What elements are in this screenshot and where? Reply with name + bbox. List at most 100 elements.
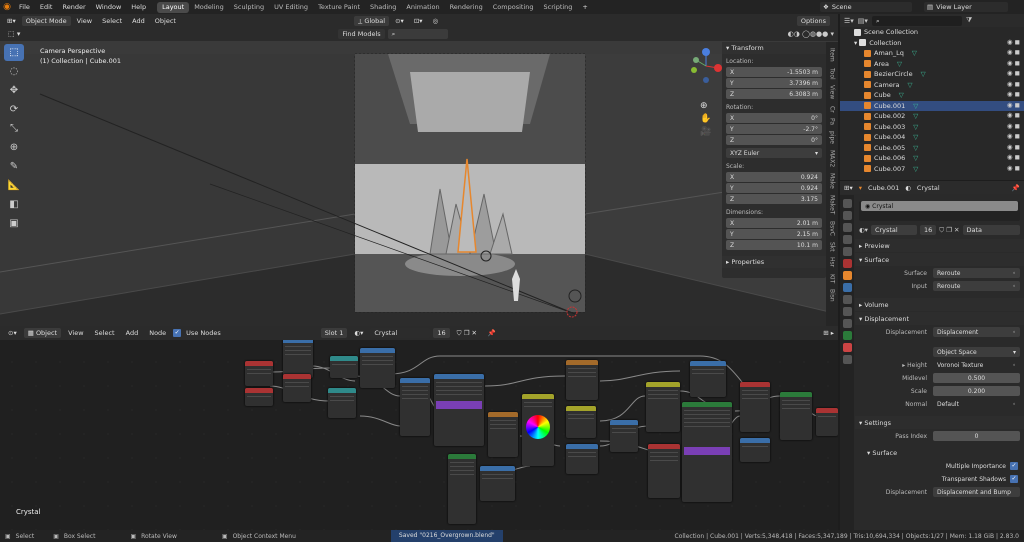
visibility-toggles[interactable]: ◉ ◼ [1007, 48, 1020, 56]
rotation-y-field[interactable]: Y -2.7° [726, 124, 822, 134]
visibility-toggles[interactable]: ◉ ◼ [1007, 80, 1020, 88]
transform-orientation-dropdown[interactable]: ⟂ Global [353, 15, 390, 26]
fake-user-shield-icon[interactable]: ⛉ ❐ ✕ [453, 329, 481, 338]
shader-node[interactable] [283, 338, 313, 378]
viewport-menu-add[interactable]: Add [128, 17, 149, 25]
shader-node-editor[interactable]: ⊙▾ ▦ Object View Select Add Node ✓ Use N… [0, 326, 838, 530]
3d-viewport[interactable]: ⊞▾ Object Mode View Select Add Object ⟂ … [0, 14, 838, 326]
scale-z-field[interactable]: Z 3.175 [726, 194, 822, 204]
midlevel-field[interactable]: 0.500 [933, 373, 1020, 383]
preview-section-header[interactable]: ▸ Preview [855, 239, 1024, 252]
add-workspace-icon[interactable]: + [577, 3, 592, 11]
material-tab-icon[interactable] [842, 343, 852, 352]
outliner-row[interactable]: Aman_Lq ▽ ◉ ◼ [840, 48, 1024, 59]
visibility-toggles[interactable]: ◉ ◼ [1007, 59, 1020, 67]
outliner-row[interactable]: Cube.006 ▽ ◉ ◼ [840, 153, 1024, 164]
render-tab-icon[interactable] [842, 211, 852, 220]
outliner-row[interactable]: Cube.005 ▽ ◉ ◼ [840, 143, 1024, 154]
rotation-mode-dropdown[interactable]: XYZ Euler ▾ [726, 148, 822, 158]
tool-tab-icon[interactable] [842, 199, 852, 208]
color-ramp-node[interactable] [522, 394, 554, 466]
viewport-overlays-icon[interactable]: ◐◑ ◯◍●● ▾ [788, 30, 838, 38]
use-nodes-checkbox[interactable]: ✓ [173, 329, 182, 337]
sidebar-tab[interactable]: pipe [829, 131, 836, 144]
shader-node[interactable] [740, 382, 770, 432]
scale-field[interactable]: 0.200 [933, 386, 1020, 396]
outliner-row[interactable]: Cube.002 ▽ ◉ ◼ [840, 111, 1024, 122]
snap-icon[interactable]: ⊡▾ [410, 17, 427, 25]
sidebar-tab[interactable]: KIT [829, 274, 836, 283]
material-slot-item[interactable]: ◉ Crystal [861, 201, 1018, 211]
pin-icon[interactable]: 📌 [484, 329, 500, 337]
select-mode-icon[interactable]: ⬚ ▾ [0, 30, 28, 38]
visibility-toggles[interactable]: ◉ ◼ [1007, 143, 1020, 151]
workspace-tab-modeling[interactable]: Modeling [189, 2, 229, 13]
workspace-tab-uv-editing[interactable]: UV Editing [269, 2, 313, 13]
constraints-tab-icon[interactable] [842, 319, 852, 328]
move-tool-icon[interactable]: ✥ [4, 82, 24, 99]
scale-y-field[interactable]: Y 0.924 [726, 183, 822, 193]
properties-panel-header[interactable]: ▸ Properties [722, 256, 826, 268]
shader-node[interactable] [245, 388, 273, 406]
visibility-toggles[interactable]: ◉ ◼ [1007, 90, 1020, 98]
visibility-toggles[interactable]: ◉ ◼ [1007, 69, 1020, 77]
shader-node[interactable] [488, 412, 518, 457]
material-slot-dropdown[interactable]: Slot 1 [320, 328, 348, 338]
workspace-tab-rendering[interactable]: Rendering [445, 2, 488, 13]
shader-node[interactable] [434, 374, 484, 446]
node-menu-node[interactable]: Node [145, 329, 170, 337]
modifier-tab-icon[interactable] [842, 283, 852, 292]
node-editor-right-icons[interactable]: ⊞ ▸ [819, 329, 838, 337]
outliner-row[interactable]: Cube.003 ▽ ◉ ◼ [840, 122, 1024, 133]
link-data-dropdown[interactable]: Data [962, 225, 1020, 235]
add-cube-tool-icon[interactable]: ◧ [4, 196, 24, 213]
outliner-row[interactable]: Cube.004 ▽ ◉ ◼ [840, 132, 1024, 143]
outliner-type-icon[interactable]: ☰▾ [844, 17, 854, 25]
transform-tool-icon[interactable]: ⊕ [4, 139, 24, 156]
texture-tab-icon[interactable] [842, 355, 852, 364]
material-icon[interactable]: ◐▾ [350, 329, 367, 337]
camera-view-icon[interactable]: 🎥 [700, 126, 711, 139]
space-dropdown[interactable]: Object Space ▾ [933, 347, 1020, 357]
node-menu-view[interactable]: View [64, 329, 87, 337]
sidebar-tab[interactable]: Item [829, 48, 836, 62]
node-menu-add[interactable]: Add [122, 329, 143, 337]
outliner-search[interactable]: ⌕ [871, 15, 962, 26]
sidebar-tab[interactable]: BsvC [829, 221, 836, 236]
menu-help[interactable]: Help [126, 3, 151, 11]
sidebar-tab[interactable]: MAX2 [829, 150, 836, 167]
sidebar-tab[interactable]: Cr [829, 106, 836, 113]
scene-tab-icon[interactable] [842, 247, 852, 256]
shader-node[interactable] [400, 378, 430, 436]
workspace-tab-texture-paint[interactable]: Texture Paint [313, 2, 365, 13]
shader-node[interactable] [360, 348, 395, 388]
shader-node[interactable] [448, 454, 476, 524]
collection-row[interactable]: ▾ Collection ◉ ◼ [840, 38, 1024, 49]
scene-collection-row[interactable]: Scene Collection [840, 27, 1024, 38]
sidebar-tab[interactable]: Pa [829, 118, 836, 125]
add-cube-alt-tool-icon[interactable]: ▣ [4, 215, 24, 232]
navigation-gizmo[interactable] [686, 46, 726, 94]
input-field[interactable]: Reroute ◦ [933, 281, 1020, 291]
annotate-tool-icon[interactable]: ✎ [4, 158, 24, 175]
pivot-icon[interactable]: ⊙▾ [391, 17, 408, 25]
workspace-tab-shading[interactable]: Shading [365, 2, 401, 13]
shader-node[interactable] [648, 444, 680, 498]
shader-node[interactable] [566, 360, 598, 400]
dimensions-z-field[interactable]: Z 10.1 m [726, 240, 822, 250]
displacement-section-header[interactable]: ▾ Displacement [855, 312, 1024, 325]
dimensions-y-field[interactable]: Y 2.15 m [726, 229, 822, 239]
displacement-method-dropdown[interactable]: Displacement and Bump [933, 487, 1020, 497]
visibility-toggles[interactable]: ◉ ◼ [1007, 101, 1020, 109]
displacement-field[interactable]: Displacement ◦ [933, 327, 1020, 337]
visibility-toggles[interactable]: ◉ ◼ [1007, 132, 1020, 140]
material-output-node[interactable] [816, 408, 838, 436]
workspace-tab-scripting[interactable]: Scripting [539, 2, 578, 13]
scene-selector[interactable]: ❖ Scene [820, 2, 912, 12]
properties-type-icon[interactable]: ⊞▾ [844, 184, 853, 192]
material-datablock-field[interactable]: Crystal [870, 225, 917, 235]
workspace-tab-layout[interactable]: Layout [157, 1, 190, 13]
rotation-x-field[interactable]: X 0° [726, 113, 822, 123]
browse-material-icon[interactable]: ◐▾ [859, 226, 868, 234]
location-x-field[interactable]: X -1.5503 m [726, 67, 822, 77]
